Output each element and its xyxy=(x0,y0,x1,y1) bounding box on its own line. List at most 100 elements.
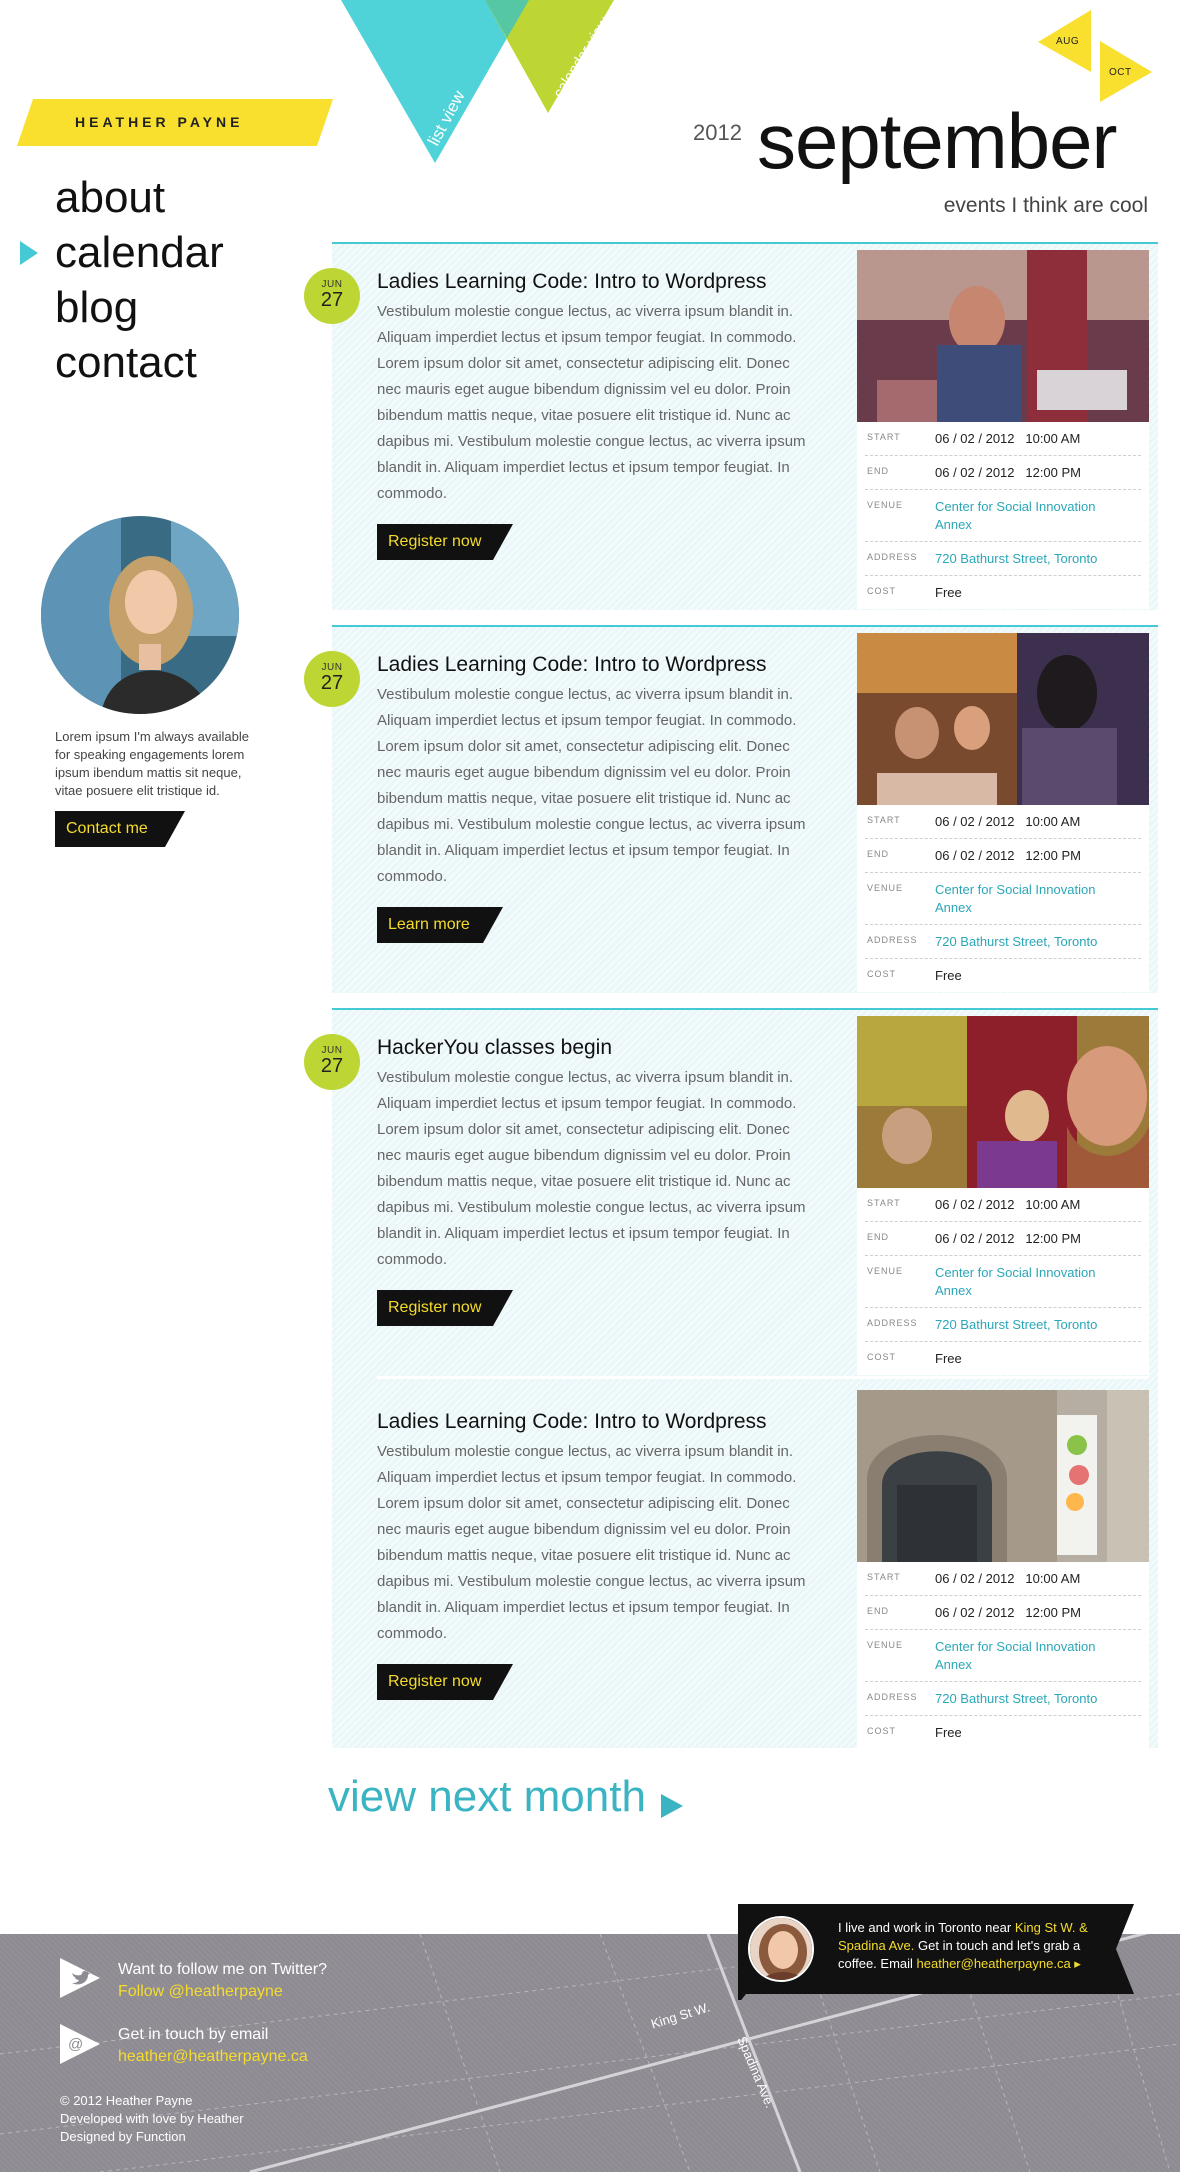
start-date: 06 / 02 / 2012 xyxy=(935,431,1015,446)
event-details-card: START 06 / 02 / 2012 10:00 AM END 06 / 0… xyxy=(857,250,1149,609)
event-photo xyxy=(857,1016,1149,1188)
event-block: JUN 27 HackerYou classes begin Vestibulu… xyxy=(304,1008,1158,1749)
cost-value: Free xyxy=(935,1351,962,1366)
end-label: END xyxy=(867,1606,890,1616)
event-photo xyxy=(857,250,1149,422)
contact-button-label: Contact me xyxy=(66,820,148,837)
address-link[interactable]: 720 Bathurst Street, Toronto xyxy=(935,1316,1141,1334)
start-label: START xyxy=(867,1572,901,1582)
venue-link[interactable]: Center for Social Innovation Annex xyxy=(935,498,1105,534)
logo[interactable]: HEATHER PAYNE xyxy=(17,99,333,146)
venue-link[interactable]: Center for Social Innovation Annex xyxy=(935,881,1105,917)
end-date: 06 / 02 / 2012 xyxy=(935,465,1015,480)
register-button[interactable]: Register now xyxy=(377,1664,513,1700)
end-time: 12:00 PM xyxy=(1025,1231,1082,1246)
page-subtitle: events I think are cool xyxy=(943,194,1148,217)
end-row: END 06 / 02 / 2012 12:00 PM xyxy=(865,1222,1141,1256)
end-time: 12:00 PM xyxy=(1025,1605,1082,1620)
venue-label: VENUE xyxy=(867,500,904,510)
bio-text: Lorem ipsum I'm always available for spe… xyxy=(55,729,249,798)
email-icon[interactable]: @ xyxy=(58,2022,102,2066)
email-link[interactable]: heather@heatherpayne.ca xyxy=(118,2048,308,2065)
event-block: JUN 27 Ladies Learning Code: Intro to Wo… xyxy=(304,625,1158,993)
cost-row: COST Free xyxy=(865,1342,1141,1375)
prev-month-label[interactable]: AUG xyxy=(1056,36,1079,47)
venue-row: VENUE Center for Social Innovation Annex xyxy=(865,1630,1141,1682)
venue-link[interactable]: Center for Social Innovation Annex xyxy=(935,1638,1105,1674)
event-photo xyxy=(857,633,1149,805)
start-time: 10:00 AM xyxy=(1025,1197,1081,1212)
address-link[interactable]: 720 Bathurst Street, Toronto xyxy=(935,1690,1141,1708)
address-row: ADDRESS 720 Bathurst Street, Toronto xyxy=(865,1682,1141,1716)
end-date: 06 / 02 / 2012 xyxy=(935,1231,1015,1246)
event-block: JUN 27 Ladies Learning Code: Intro to Wo… xyxy=(304,242,1158,610)
play-arrow-icon[interactable] xyxy=(661,1794,683,1818)
nav-item-calendar[interactable]: calendar xyxy=(55,225,224,280)
learn-more-button[interactable]: Learn more xyxy=(377,907,503,943)
cost-row: COST Free xyxy=(865,959,1141,992)
event-title[interactable]: Ladies Learning Code: Intro to Wordpress xyxy=(377,653,767,677)
event-description: Vestibulum molestie congue lectus, ac vi… xyxy=(377,303,806,502)
start-time: 10:00 AM xyxy=(1025,814,1081,829)
venue-link[interactable]: Center for Social Innovation Annex xyxy=(935,1264,1105,1300)
location-callout: I live and work in Toronto near King St … xyxy=(738,1904,1134,2000)
callout-email-link[interactable]: heather@heatherpayne.ca ▸ xyxy=(917,1956,1081,1971)
twitter-link[interactable]: Follow @heatherpayne xyxy=(118,1983,283,2000)
callout-text: I live and work in Toronto near King St … xyxy=(838,1919,1108,1973)
year-label: 2012 xyxy=(693,120,742,145)
copyright-text: © 2012 Heather Payne xyxy=(60,2093,193,2108)
button-label: Register now xyxy=(388,533,482,550)
nav-item-blog[interactable]: blog xyxy=(55,280,224,335)
date-badge: JUN 27 xyxy=(304,651,360,707)
twitter-prompt: Want to follow me on Twitter? xyxy=(118,1961,327,1978)
end-date: 06 / 02 / 2012 xyxy=(935,1605,1015,1620)
start-label: START xyxy=(867,1198,901,1208)
event-description: Vestibulum molestie congue lectus, ac vi… xyxy=(377,1069,806,1268)
venue-label: VENUE xyxy=(867,883,904,893)
end-row: END 06 / 02 / 2012 12:00 PM xyxy=(865,456,1141,490)
venue-label: VENUE xyxy=(867,1640,904,1650)
main-nav: about calendar blog contact xyxy=(55,170,224,390)
twitter-icon[interactable] xyxy=(58,1956,102,2000)
venue-row: VENUE Center for Social Innovation Annex xyxy=(865,490,1141,542)
start-time: 10:00 AM xyxy=(1025,431,1081,446)
contact-button[interactable]: Contact me xyxy=(55,811,185,847)
address-link[interactable]: 720 Bathurst Street, Toronto xyxy=(935,550,1141,568)
address-row: ADDRESS 720 Bathurst Street, Toronto xyxy=(865,542,1141,576)
nav-item-contact[interactable]: contact xyxy=(55,335,224,390)
next-month-label[interactable]: OCT xyxy=(1109,67,1132,78)
register-button[interactable]: Register now xyxy=(377,524,513,560)
address-link[interactable]: 720 Bathurst Street, Toronto xyxy=(935,933,1141,951)
start-row: START 06 / 02 / 2012 10:00 AM xyxy=(865,1188,1141,1222)
date-badge: JUN 27 xyxy=(304,268,360,324)
svg-text:@: @ xyxy=(68,2036,83,2053)
button-label: Learn more xyxy=(388,916,470,933)
nav-item-about[interactable]: about xyxy=(55,170,224,225)
address-label: ADDRESS xyxy=(867,1318,918,1328)
event-details-card: START 06 / 02 / 2012 10:00 AM END 06 / 0… xyxy=(857,633,1149,992)
start-date: 06 / 02 / 2012 xyxy=(935,1197,1015,1212)
venue-row: VENUE Center for Social Innovation Annex xyxy=(865,1256,1141,1308)
cost-row: COST Free xyxy=(865,576,1141,609)
avatar-photo xyxy=(41,516,239,714)
address-label: ADDRESS xyxy=(867,935,918,945)
cost-label: COST xyxy=(867,969,897,979)
start-label: START xyxy=(867,432,901,442)
register-button[interactable]: Register now xyxy=(377,1290,513,1326)
active-nav-arrow-icon xyxy=(20,241,38,265)
address-row: ADDRESS 720 Bathurst Street, Toronto xyxy=(865,925,1141,959)
event-title[interactable]: Ladies Learning Code: Intro to Wordpress xyxy=(377,270,767,294)
logo-text: HEATHER PAYNE xyxy=(75,114,244,130)
event-title[interactable]: Ladies Learning Code: Intro to Wordpress xyxy=(377,1410,767,1434)
footer-credits: © 2012 Heather Payne Developed with love… xyxy=(60,2092,244,2146)
address-row: ADDRESS 720 Bathurst Street, Toronto xyxy=(865,1308,1141,1342)
start-row: START 06 / 02 / 2012 10:00 AM xyxy=(865,805,1141,839)
end-row: END 06 / 02 / 2012 12:00 PM xyxy=(865,1596,1141,1630)
address-label: ADDRESS xyxy=(867,1692,918,1702)
view-next-month-link[interactable]: view next month xyxy=(328,1772,646,1822)
end-label: END xyxy=(867,849,890,859)
end-label: END xyxy=(867,466,890,476)
cost-value: Free xyxy=(935,968,962,983)
event-title[interactable]: HackerYou classes begin xyxy=(377,1036,612,1060)
callout-text-intro: I live and work in Toronto near xyxy=(838,1920,1015,1935)
